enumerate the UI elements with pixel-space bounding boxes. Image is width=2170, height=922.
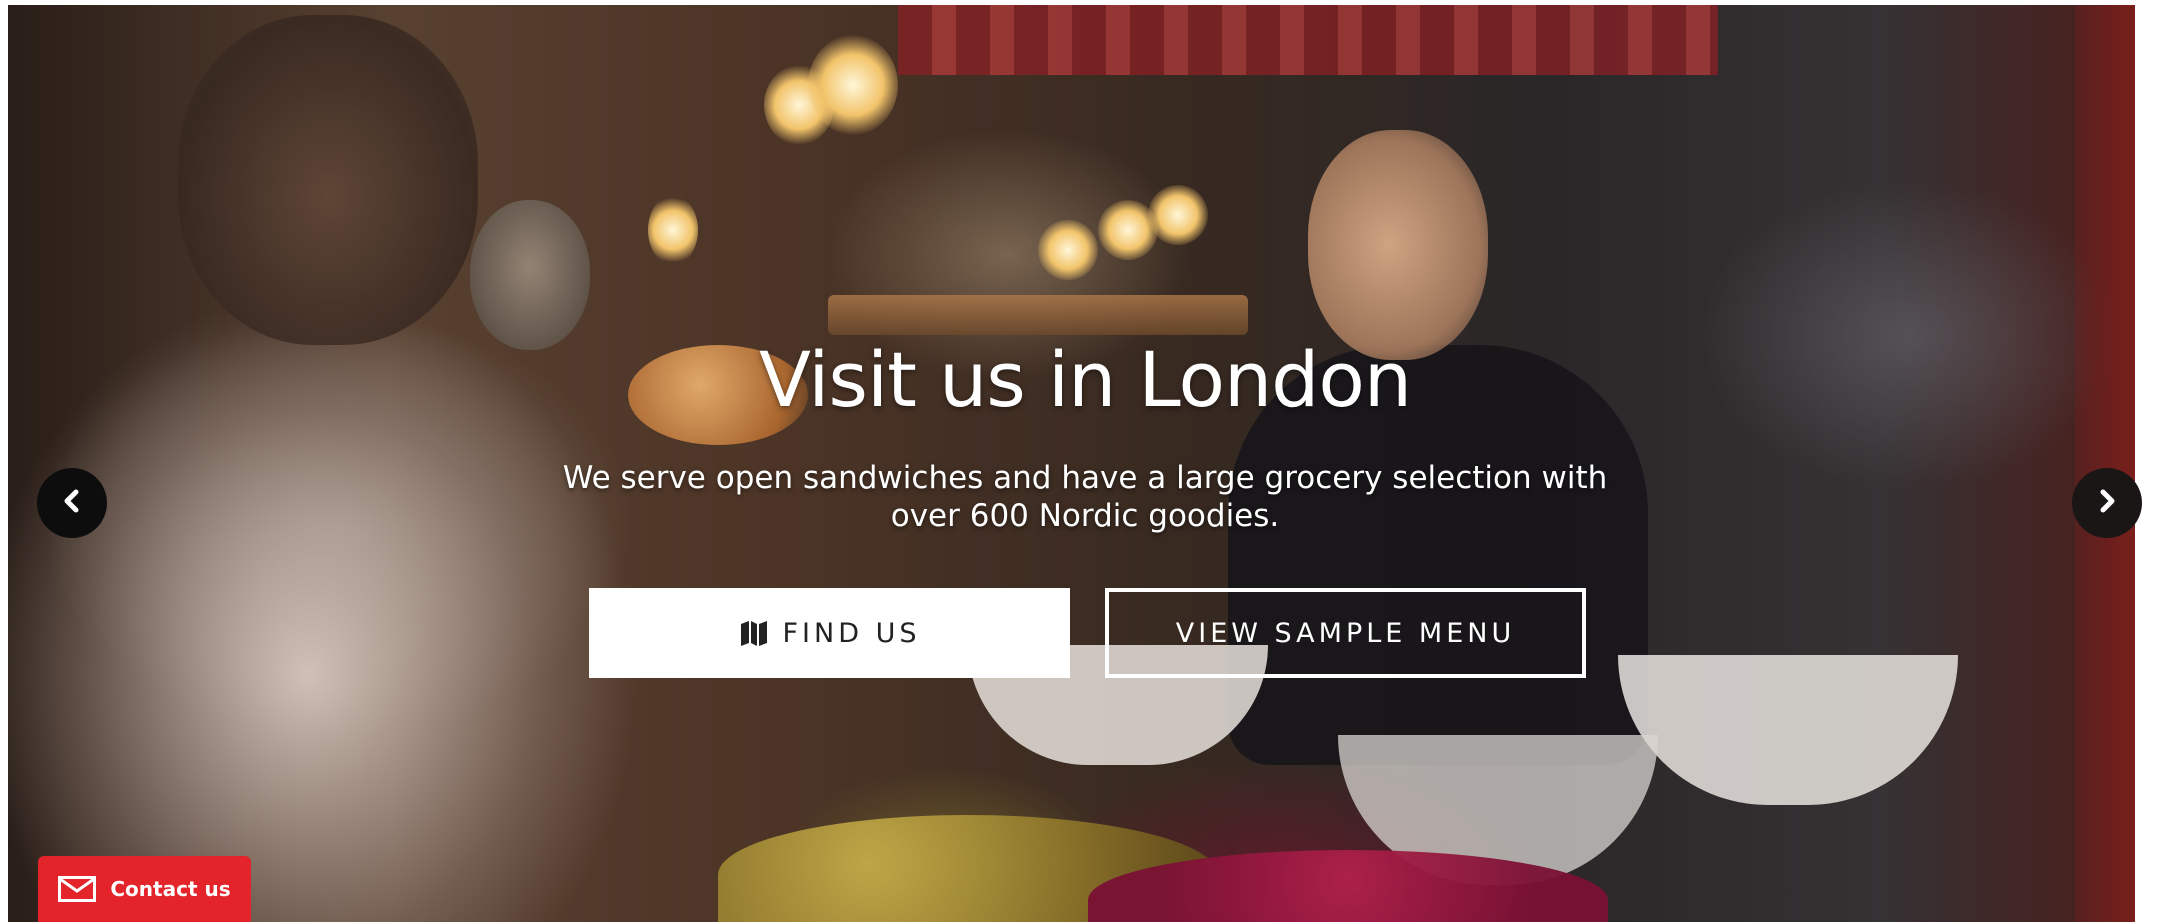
server-head xyxy=(1308,130,1488,360)
background-banner xyxy=(898,5,1718,75)
map-icon xyxy=(739,618,769,648)
pendant-light xyxy=(808,35,898,135)
pendant-light xyxy=(1148,185,1208,245)
contact-us-label: Contact us xyxy=(110,877,231,901)
view-sample-menu-button[interactable]: VIEW SAMPLE MENU xyxy=(1105,588,1586,678)
background-customer xyxy=(470,200,590,350)
carousel-prev-button[interactable] xyxy=(37,468,107,538)
hero-subtitle: We serve open sandwiches and have a larg… xyxy=(562,460,1608,534)
envelope-icon xyxy=(58,876,97,902)
customer-head xyxy=(178,15,478,345)
door-frame xyxy=(2075,5,2135,922)
chevron-left-icon xyxy=(59,488,85,518)
salad-bowl xyxy=(1618,655,1958,805)
carousel-next-button[interactable] xyxy=(2072,468,2142,538)
pastry-shelf xyxy=(828,295,1248,335)
view-sample-menu-label: VIEW SAMPLE MENU xyxy=(1175,617,1516,649)
chevron-right-icon xyxy=(2094,488,2120,518)
find-us-button[interactable]: FIND US xyxy=(589,588,1070,678)
pendant-light xyxy=(1038,220,1098,280)
find-us-label: FIND US xyxy=(782,617,921,649)
contact-us-button[interactable]: Contact us xyxy=(38,856,251,922)
hero-title: Visit us in London xyxy=(758,335,1412,424)
